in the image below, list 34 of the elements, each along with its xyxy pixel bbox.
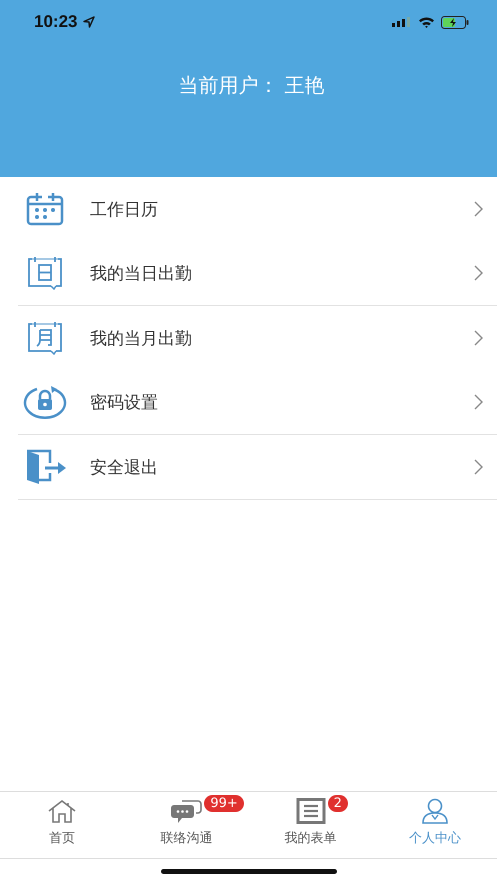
list-document-icon — [296, 798, 326, 824]
menu-item[interactable]: 工作日历 — [18, 177, 497, 241]
lock-refresh-icon — [23, 385, 67, 419]
chevron-icon — [474, 330, 483, 346]
current-user-title: 当前用户： 王艳 — [177, 72, 326, 99]
calendar-icon — [26, 192, 64, 226]
tab[interactable]: 99+ 联络沟通 — [124, 792, 248, 858]
month-calendar-icon — [26, 321, 64, 355]
menu-item-label: 我的当月出勤 — [90, 328, 193, 350]
menu-item[interactable]: 我的当月出勤 — [18, 306, 497, 370]
chevron-icon — [474, 201, 483, 217]
location-arrow-icon — [83, 16, 96, 28]
chevron-icon — [474, 265, 483, 281]
count-badge: 99+ — [204, 795, 244, 812]
user-icon — [420, 798, 449, 824]
tab[interactable]: 2 我的表单 — [248, 792, 373, 858]
menu-item-label: 密码设置 — [90, 392, 159, 414]
menu-item-label: 工作日历 — [90, 198, 159, 220]
menu-item-label: 我的当日出勤 — [90, 262, 193, 284]
menu-item[interactable]: 密码设置 — [18, 370, 497, 434]
count-badge: 2 — [328, 795, 348, 812]
home-icon — [47, 799, 78, 823]
chevron-icon — [474, 459, 483, 475]
day-calendar-icon — [26, 256, 64, 290]
wifi-icon — [418, 16, 435, 28]
menu-item-label: 安全退出 — [90, 456, 159, 478]
menu-item[interactable]: 我的当日出勤 — [18, 241, 497, 305]
battery-icon — [441, 16, 469, 28]
chevron-icon — [474, 394, 483, 410]
signal-icon — [392, 16, 412, 28]
chat-bubbles-icon — [170, 798, 202, 824]
status-time: 10:23 — [34, 12, 78, 32]
tab[interactable]: 首页 — [0, 792, 124, 858]
menu-item[interactable]: 安全退出 — [18, 435, 497, 499]
